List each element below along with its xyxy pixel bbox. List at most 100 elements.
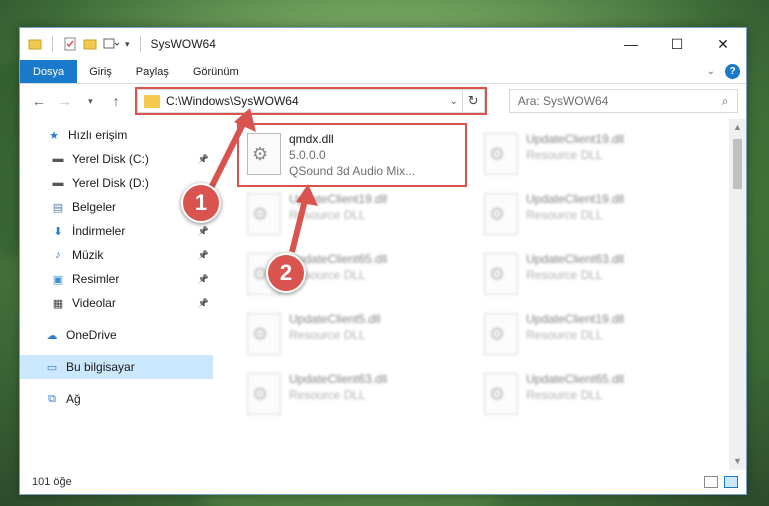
properties-icon[interactable]	[63, 37, 77, 51]
scroll-up-icon[interactable]: ▲	[729, 119, 746, 136]
sidebar-item-label: Yerel Disk (C:)	[72, 152, 149, 166]
sidebar-item[interactable]: ♪ Müzik 📌	[20, 243, 213, 267]
file-tile[interactable]: ⚙ UpdateClient19.dll Resource DLL	[241, 187, 463, 241]
vertical-scrollbar[interactable]: ▲ ▼	[729, 119, 746, 470]
gear-icon: ⚙	[489, 324, 506, 344]
sidebar-item[interactable]: ⬇ İndirmeler 📌	[20, 219, 213, 243]
refresh-icon[interactable]: ↻	[461, 90, 484, 112]
scrollbar-thumb[interactable]	[733, 139, 742, 189]
file-details: UpdateClient19.dll Resource DLL	[526, 187, 624, 223]
sidebar-item-label: Videolar	[72, 296, 116, 310]
sidebar-item[interactable]: ★ Hızlı erişim	[20, 123, 213, 147]
computer-icon: ▭	[46, 361, 58, 374]
pin-icon[interactable]: 📌	[198, 298, 209, 309]
content-area: ★ Hızlı erişim ▬ Yerel Disk (C:) 📌 ▬ Yerel Dis…	[20, 119, 746, 470]
forward-arrow-icon[interactable]: →	[54, 90, 76, 112]
sidebar-item[interactable]: ▦ Videolar 📌	[20, 291, 213, 315]
dll-file-icon: ⚙	[247, 133, 281, 175]
gear-icon: ⚙	[252, 384, 269, 404]
scroll-down-icon[interactable]: ▼	[729, 453, 746, 470]
gear-icon: ⚙	[252, 144, 269, 164]
file-name: qmdx.dll	[289, 132, 334, 146]
file-subtitle: 5.0.0.0	[289, 148, 326, 162]
file-details: qmdx.dll 5.0.0.0 QSound 3d Audio Mix...	[289, 127, 415, 179]
sidebar-item[interactable]: ▬ Yerel Disk (C:) 📌	[20, 147, 213, 171]
file-tile[interactable]: ⚙ UpdateClient63.dll Resource DLL	[478, 247, 700, 301]
customize-toolbar-icon[interactable]	[103, 37, 119, 51]
large-icons-view-icon[interactable]	[724, 476, 738, 488]
pin-icon[interactable]: 📌	[198, 226, 209, 237]
ribbon-right-controls: ⌄ ?	[707, 60, 746, 83]
details-view-icon[interactable]	[704, 476, 718, 488]
dll-file-icon: ⚙	[247, 373, 281, 415]
dll-file-icon: ⚙	[484, 193, 518, 235]
search-input[interactable]: Ara: SysWOW64	[518, 94, 713, 108]
new-folder-icon[interactable]	[83, 37, 97, 51]
tab-share[interactable]: Paylaş	[124, 60, 181, 83]
back-arrow-icon[interactable]: ←	[28, 90, 50, 112]
dll-file-icon: ⚙	[247, 313, 281, 355]
dll-file-icon: ⚙	[484, 373, 518, 415]
file-details: UpdateClient5.dll Resource DLL	[289, 307, 380, 343]
sidebar-item[interactable]: ⧉ Ağ	[20, 387, 213, 411]
annotation-marker-2: 2	[266, 253, 306, 293]
file-name: UpdateClient19.dll	[526, 312, 625, 326]
file-subtitle: Resource DLL	[526, 208, 603, 222]
address-path[interactable]: C:\Windows\SysWOW64	[166, 94, 446, 108]
search-icon[interactable]: ⌕	[713, 94, 737, 109]
gear-icon: ⚙	[489, 204, 506, 224]
file-subtitle: Resource DLL	[526, 328, 603, 342]
close-button[interactable]: ✕	[700, 28, 746, 60]
file-explorer-window: ▾ SysWOW64 — ☐ ✕ Dosya Giriş Paylaş Görü…	[19, 27, 747, 495]
up-arrow-icon[interactable]: ↑	[105, 90, 127, 112]
sidebar-item[interactable]: ▣ Resimler 📌	[20, 267, 213, 291]
gear-icon: ⚙	[252, 204, 269, 224]
minimize-button[interactable]: —	[608, 28, 654, 60]
file-tile[interactable]: ⚙ UpdateClient19.dll Resource DLL	[478, 307, 700, 361]
pin-icon[interactable]: 📌	[198, 250, 209, 261]
file-subtitle: Resource DLL	[289, 328, 366, 342]
file-tile[interactable]: ⚙ UpdateClient19.dll Resource DLL	[478, 187, 700, 241]
qat-dropdown-icon[interactable]: ▾	[125, 39, 130, 50]
file-details: UpdateClient19.dll Resource DLL	[289, 187, 387, 223]
tab-view[interactable]: Görünüm	[181, 60, 251, 83]
address-bar[interactable]: C:\Windows\SysWOW64 ⌄ ↻	[134, 87, 487, 115]
file-name: UpdateClient19.dll	[526, 192, 625, 206]
search-box[interactable]: Ara: SysWOW64 ⌕	[508, 89, 738, 113]
star-icon: ★	[49, 129, 59, 142]
download-icon: ⬇	[53, 225, 63, 238]
sidebar-item[interactable]: ☁ OneDrive	[20, 323, 213, 347]
sidebar-item-label: İndirmeler	[72, 224, 126, 238]
file-subtitle: Resource DLL	[289, 208, 366, 222]
file-name: UpdateClient19.dll	[289, 192, 388, 206]
maximize-button[interactable]: ☐	[654, 28, 700, 60]
file-description: QSound 3d Audio Mix...	[289, 164, 416, 178]
tab-file[interactable]: Dosya	[20, 60, 78, 83]
chevron-down-icon[interactable]: ⌄	[446, 96, 462, 107]
window-controls: — ☐ ✕	[608, 28, 746, 60]
sidebar-item[interactable]: ▭ Bu bilgisayar	[20, 355, 213, 379]
file-tile[interactable]: ⚙ UpdateClient65.dll Resource DLL	[478, 367, 700, 421]
pin-icon[interactable]: 📌	[198, 154, 209, 165]
recent-locations-icon[interactable]: ▾	[79, 90, 101, 112]
navigation-bar: ← → ▾ ↑ C:\Windows\SysWOW64 ⌄ ↻ Ara: Sys…	[20, 84, 746, 118]
help-icon[interactable]: ?	[725, 64, 740, 79]
file-subtitle: Resource DLL	[526, 148, 603, 162]
file-details: UpdateClient65.dll Resource DLL	[526, 367, 624, 403]
file-tile[interactable]: ⚙ UpdateClient63.dll Resource DLL	[241, 367, 463, 421]
tab-home[interactable]: Giriş	[77, 60, 124, 83]
sidebar-item-label: Resimler	[72, 272, 120, 286]
cloud-icon: ☁	[46, 329, 58, 342]
gear-icon: ⚙	[252, 324, 269, 344]
sidebar-item-label: Müzik	[72, 248, 104, 262]
expand-ribbon-icon[interactable]: ⌄	[707, 66, 715, 77]
sidebar-item-label: Bu bilgisayar	[66, 360, 135, 374]
documents-icon: ▤	[52, 201, 64, 214]
dll-file-icon: ⚙	[484, 133, 518, 175]
file-tile[interactable]: ⚙ UpdateClient19.dll Resource DLL	[478, 127, 700, 181]
file-tile[interactable]: ⚙ qmdx.dll 5.0.0.0 QSound 3d Audio Mix...	[237, 123, 467, 187]
pin-icon[interactable]: 📌	[198, 274, 209, 285]
file-name: UpdateClient65.dll	[526, 372, 625, 386]
window-title: SysWOW64	[150, 37, 216, 51]
file-tile[interactable]: ⚙ UpdateClient5.dll Resource DLL	[241, 307, 463, 361]
